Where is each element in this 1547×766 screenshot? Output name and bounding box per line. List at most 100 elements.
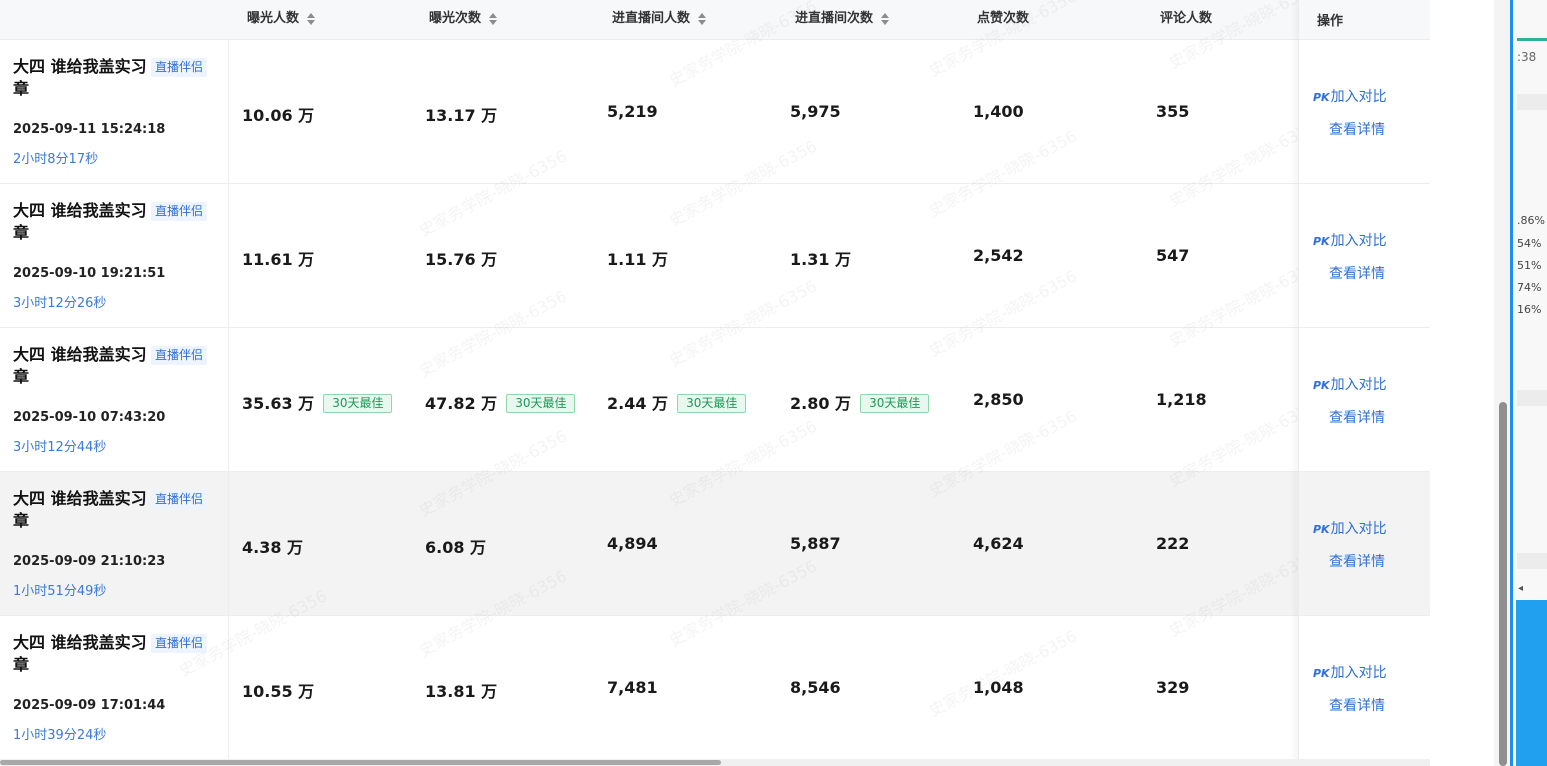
exposure-count-value: 47.82 万 — [425, 394, 498, 413]
live-info-cell: 大四 谁给我盖实习章 直播伴侣 2025-09-09 21:10:23 1小时5… — [0, 472, 229, 615]
add-to-compare-label: 加入对比 — [1330, 665, 1387, 681]
header-enter-count-label: 进直播间次数 — [795, 11, 874, 26]
add-to-compare-label: 加入对比 — [1330, 233, 1387, 249]
header-exposure-users-label: 曝光人数 — [247, 11, 300, 26]
header-enter-users-label: 进直播间人数 — [612, 11, 691, 26]
exposure-users-value: 4.38 万 — [242, 538, 304, 557]
view-details-link[interactable]: 查看详情 — [1329, 551, 1385, 571]
exposure-count-value: 13.81 万 — [425, 682, 498, 701]
sort-icon[interactable] — [307, 12, 317, 26]
live-info-cell: 大四 谁给我盖实习章 直播伴侣 2025-09-10 19:21:51 3小时1… — [0, 184, 229, 327]
side-panel-percent: 54% — [1517, 237, 1542, 250]
header-comment-users-label: 评论人数 — [1160, 11, 1213, 26]
comment-users-value: 355 — [1156, 102, 1190, 121]
add-to-compare-button[interactable]: PK加入对比 — [1313, 374, 1387, 394]
horizontal-scrollbar-thumb[interactable] — [0, 760, 721, 765]
comment-users-value: 547 — [1156, 246, 1190, 265]
header-likes: 点赞次数 — [977, 0, 1029, 40]
pk-icon: PK — [1313, 667, 1330, 680]
live-duration: 1小时39分24秒 — [13, 728, 107, 743]
enter-users-value: 7,481 — [607, 678, 658, 697]
side-panel-bar — [1517, 94, 1547, 110]
actions-header: 操作 — [1299, 0, 1430, 40]
enter-users-value: 5,219 — [607, 102, 658, 121]
enter-users-value: 1.11 万 — [607, 250, 669, 269]
enter-count-value: 2.80 万 — [790, 394, 852, 413]
add-to-compare-label: 加入对比 — [1330, 521, 1387, 537]
side-panel-percent: 74% — [1517, 281, 1542, 294]
pk-icon: PK — [1313, 91, 1330, 104]
view-details-link[interactable]: 查看详情 — [1329, 407, 1385, 427]
header-exposure-count[interactable]: 曝光次数 — [429, 0, 499, 40]
best-30-days-badge: 30天最佳 — [323, 394, 393, 413]
live-title[interactable]: 大四 谁给我盖实习章 — [13, 488, 148, 532]
actions-cell: PK加入对比 查看详情 — [1299, 472, 1430, 616]
view-details-link[interactable]: 查看详情 — [1329, 263, 1385, 283]
side-panel-collapse-icon[interactable]: ◂ — [1518, 583, 1523, 594]
exposure-count-value: 15.76 万 — [425, 250, 498, 269]
sort-icon[interactable] — [489, 12, 499, 26]
live-duration: 3小时12分26秒 — [13, 296, 107, 311]
live-title[interactable]: 大四 谁给我盖实习章 — [13, 200, 148, 244]
header-likes-label: 点赞次数 — [977, 11, 1030, 26]
likes-value: 1,048 — [973, 678, 1024, 697]
live-info-cell: 大四 谁给我盖实习章 直播伴侣 2025-09-11 15:24:18 2小时8… — [0, 40, 229, 183]
add-to-compare-button[interactable]: PK加入对比 — [1313, 662, 1387, 682]
live-source-tag: 直播伴侣 — [151, 202, 208, 221]
likes-value: 2,542 — [973, 246, 1024, 265]
exposure-users-value: 10.06 万 — [242, 106, 315, 125]
live-title[interactable]: 大四 谁给我盖实习章 — [13, 344, 148, 388]
enter-users-cell: 2.44 万 30天最佳 — [607, 390, 747, 414]
likes-value: 1,400 — [973, 102, 1024, 121]
page-gutter — [1430, 0, 1466, 766]
table-row[interactable]: 大四 谁给我盖实习章 直播伴侣 2025-09-10 07:43:20 3小时1… — [0, 328, 1430, 472]
side-panel-bar — [1517, 390, 1547, 406]
add-to-compare-button[interactable]: PK加入对比 — [1313, 86, 1387, 106]
table-body: 大四 谁给我盖实习章 直播伴侣 2025-09-11 15:24:18 2小时8… — [0, 40, 1430, 760]
sort-icon[interactable] — [698, 12, 708, 26]
side-panel-partial: :38 .86% 54% 51% 74% 16% ◂ — [1510, 0, 1547, 766]
add-to-compare-button[interactable]: PK加入对比 — [1313, 230, 1387, 250]
table-row[interactable]: 大四 谁给我盖实习章 直播伴侣 2025-09-09 21:10:23 1小时5… — [0, 472, 1430, 616]
view-details-link[interactable]: 查看详情 — [1329, 119, 1385, 139]
live-title[interactable]: 大四 谁给我盖实习章 — [13, 56, 148, 100]
header-exposure-count-label: 曝光次数 — [429, 11, 482, 26]
vertical-scrollbar-thumb[interactable] — [1499, 402, 1507, 766]
horizontal-scrollbar[interactable] — [0, 759, 1430, 766]
table-row[interactable]: 大四 谁给我盖实习章 直播伴侣 2025-09-10 19:21:51 3小时1… — [0, 184, 1430, 328]
live-source-tag: 直播伴侣 — [151, 58, 208, 77]
pk-icon: PK — [1313, 523, 1330, 536]
header-exposure-users[interactable]: 曝光人数 — [247, 0, 317, 40]
exposure-count-value: 13.17 万 — [425, 106, 498, 125]
best-30-days-badge: 30天最佳 — [506, 394, 576, 413]
live-source-tag: 直播伴侣 — [151, 634, 208, 653]
sort-icon[interactable] — [881, 12, 891, 26]
live-title[interactable]: 大四 谁给我盖实习章 — [13, 632, 148, 676]
comment-users-value: 1,218 — [1156, 390, 1207, 409]
live-sessions-page: 曝光人数 曝光次数 进直播间人数 进直播间次数 点赞次数 评论人数 大四 谁给我… — [0, 0, 1547, 766]
enter-count-value: 5,975 — [790, 102, 841, 121]
side-panel-accent — [1516, 600, 1547, 766]
actions-cell: PK加入对比 查看详情 — [1299, 40, 1430, 184]
header-enter-count[interactable]: 进直播间次数 — [795, 0, 891, 40]
actions-header-label: 操作 — [1317, 14, 1344, 29]
side-panel-percent: .86% — [1517, 214, 1545, 227]
header-enter-users[interactable]: 进直播间人数 — [612, 0, 708, 40]
table-row[interactable]: 大四 谁给我盖实习章 直播伴侣 2025-09-11 15:24:18 2小时8… — [0, 40, 1430, 184]
table-row[interactable]: 大四 谁给我盖实习章 直播伴侣 2025-09-09 17:01:44 1小时3… — [0, 616, 1430, 760]
side-panel-time: :38 — [1517, 50, 1537, 64]
live-info-cell: 大四 谁给我盖实习章 直播伴侣 2025-09-10 07:43:20 3小时1… — [0, 328, 229, 471]
actions-cell: PK加入对比 查看详情 — [1299, 328, 1430, 472]
live-start-time: 2025-09-09 21:10:23 — [13, 554, 166, 569]
add-to-compare-label: 加入对比 — [1330, 377, 1387, 393]
likes-value: 4,624 — [973, 534, 1024, 553]
table-header: 曝光人数 曝光次数 进直播间人数 进直播间次数 点赞次数 评论人数 — [0, 0, 1430, 40]
exposure-count-cell: 47.82 万 30天最佳 — [425, 390, 576, 414]
exposure-users-value: 35.63 万 — [242, 394, 315, 413]
best-30-days-badge: 30天最佳 — [860, 394, 930, 413]
view-details-link[interactable]: 查看详情 — [1329, 695, 1385, 715]
comment-users-value: 329 — [1156, 678, 1190, 697]
live-duration: 3小时12分44秒 — [13, 440, 107, 455]
side-panel-percent: 16% — [1517, 303, 1542, 316]
add-to-compare-button[interactable]: PK加入对比 — [1313, 518, 1387, 538]
